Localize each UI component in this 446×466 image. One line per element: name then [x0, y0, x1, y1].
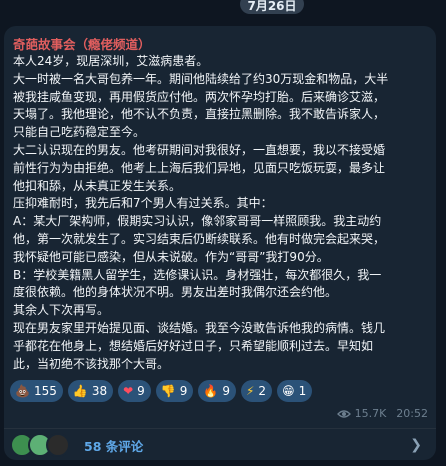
- date-separator: 7月26日: [240, 0, 304, 14]
- thumbs-down-icon: 👎: [160, 384, 176, 398]
- reaction-lightning[interactable]: ⚡ 2: [240, 380, 273, 402]
- message-line: 大二认识现在的男友。他考研期间对我很好，一直想要，我以不接受婚: [13, 142, 386, 157]
- reaction-thumbs-down[interactable]: 👎 9: [155, 380, 194, 402]
- reaction-bar: 💩 155 👍 38 ❤ 9 👎 9 🔥 9 ⚡ 2 😁 1: [10, 380, 313, 402]
- message-line: 大一时被一名大哥包养一年。期间他陆续给了约30万现金和物品，大半: [13, 71, 389, 86]
- message-line: 度很依赖。他的身体状况不明。男友出差时我偶尔还会约他。: [13, 285, 338, 300]
- reaction-count: 155: [33, 384, 57, 398]
- message-line: A：某大厂架构师，假期实习认识，像邻家哥哥一样照顾我。我主动约: [13, 214, 382, 229]
- message-line: 此，当初绝不该找那个大哥。: [13, 356, 170, 371]
- grin-icon: 😁: [282, 384, 295, 398]
- reaction-fire[interactable]: 🔥 9: [198, 380, 236, 402]
- message-line: 只能自己吃药稳定至今。: [13, 125, 146, 140]
- chevron-right-icon[interactable]: ❯: [410, 437, 422, 453]
- fire-icon: 🔥: [203, 384, 219, 398]
- channel-name[interactable]: 奇葩故事会（瘾佬频道）: [13, 34, 151, 53]
- message-line: 天塌了。我他理论，他不认不负责，直接拉黑删除。我不敢告诉家人，: [13, 107, 386, 122]
- view-count: 15.7K: [354, 407, 387, 420]
- reaction-count: 38: [91, 384, 108, 398]
- reaction-count: 9: [222, 384, 230, 398]
- avatar: [46, 433, 70, 457]
- reaction-count: 1: [298, 384, 307, 398]
- thumbs-up-icon: 👍: [72, 384, 88, 398]
- message-line: 本人24岁，现居深圳，艾滋病患者。: [13, 54, 209, 68]
- message-time: 20:52: [396, 407, 428, 420]
- heart-icon: ❤: [123, 384, 134, 398]
- comments-count-label[interactable]: 58 条评论: [84, 436, 143, 455]
- message-meta: 15.7K 20:52: [336, 407, 428, 420]
- message-line: 压抑难耐时，我先后和7个男人有过关系。其中：: [13, 196, 273, 211]
- eye-icon: [336, 409, 351, 418]
- message-line: 现在男友家里开始提见面、谈结婚。我至今没敢告诉他我的病情。钱几: [13, 320, 386, 335]
- message-line: 其余人下次再写。: [13, 303, 110, 318]
- poop-icon: 💩: [15, 384, 30, 398]
- lightning-icon: ⚡: [245, 384, 255, 398]
- reaction-count: 9: [137, 384, 145, 398]
- message-line: 前性行为为由拒绝。他考上上海后我们异地，见面只吃饭玩耍，最多让: [13, 160, 386, 175]
- reaction-heart[interactable]: ❤ 9: [118, 380, 151, 402]
- message-line: 乎都花在他身上，想结婚后好好过日子，只希望能顺利过去。早知如: [13, 338, 374, 353]
- message-line: 我怀疑他可能已感染，但从未说破。作为“哥哥”我打90分。: [13, 249, 329, 264]
- message-bubble: 奇葩故事会（瘾佬频道） 本人24岁，现居深圳，艾滋病患者。 大一时被一名大哥包养…: [4, 26, 436, 460]
- message-line: 被我挂咸鱼变现，再用假货应付他。两次怀孕均打胎。后来确诊艾滋，: [13, 89, 386, 104]
- message-line: 他，第一次就发生了。实习结束后仍断续联系。他有时做完会起来哭，: [13, 231, 386, 246]
- comments-row[interactable]: 58 条评论 ❯: [4, 428, 436, 461]
- message-text: 本人24岁，现居深圳，艾滋病患者。 大一时被一名大哥包养一年。期间他陆续给了约3…: [13, 53, 429, 373]
- reaction-poop[interactable]: 💩 155: [10, 380, 63, 402]
- reaction-grin[interactable]: 😁 1: [277, 380, 313, 402]
- reaction-thumbs-up[interactable]: 👍 38: [67, 380, 114, 402]
- message-line: B：学校美籍黑人留学生，选修课认识。身材强壮，每次都很久，我一: [13, 267, 382, 282]
- commenter-avatars: [10, 433, 70, 457]
- reaction-count: 9: [179, 384, 188, 398]
- message-line: 他扣和舔，从未真正发生关系。: [13, 178, 182, 193]
- reaction-count: 2: [258, 384, 267, 398]
